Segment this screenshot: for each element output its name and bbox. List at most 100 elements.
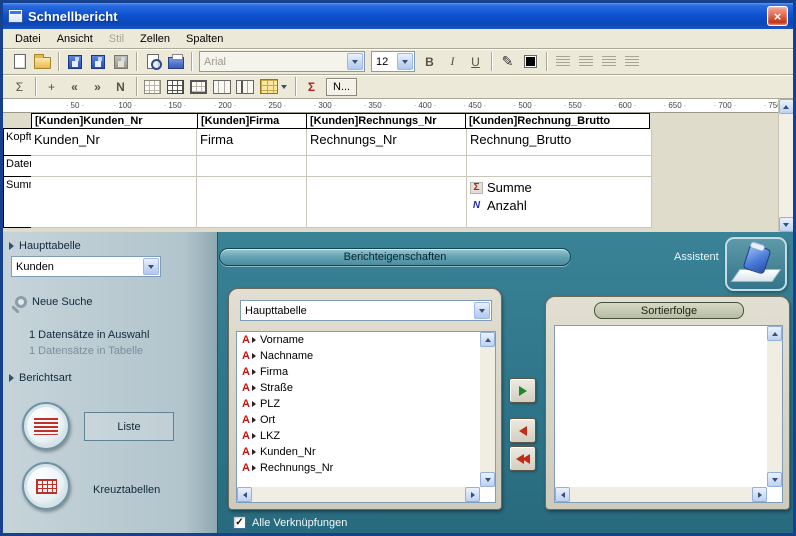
alle-verknuepfungen-checkbox[interactable]: ✓ Alle Verknüpfungen xyxy=(233,516,347,529)
kopfteil-cell[interactable]: Rechnung_Brutto xyxy=(467,129,652,156)
align-justify-button[interactable] xyxy=(620,51,643,73)
kreuztabellen-report-button[interactable] xyxy=(22,462,70,510)
border-style-picker[interactable] xyxy=(256,78,291,95)
print-preview-button[interactable] xyxy=(141,51,164,73)
move-column-right-button[interactable]: » xyxy=(86,76,109,98)
sum-mode-button[interactable]: Σ xyxy=(8,76,31,98)
kopfteil-cell[interactable]: Rechnungs_Nr xyxy=(307,129,467,156)
liste-option[interactable]: Liste xyxy=(84,412,174,441)
save-as-button[interactable] xyxy=(86,51,109,73)
daten-cell[interactable] xyxy=(197,156,307,177)
align-center-button[interactable] xyxy=(574,51,597,73)
remove-all-fields-button[interactable] xyxy=(509,446,536,471)
move-column-left-button[interactable]: « xyxy=(63,76,86,98)
kopfteil-cell[interactable]: Kunden_Nr xyxy=(31,129,197,156)
field-item[interactable]: A Vorname xyxy=(237,332,480,348)
column-header[interactable]: [Kunden]Rechnung_Brutto xyxy=(465,113,650,129)
sort-horizontal-scrollbar[interactable] xyxy=(555,487,767,502)
outline-border-button[interactable] xyxy=(187,76,210,98)
font-select[interactable]: Arial xyxy=(199,51,365,72)
assistent-button[interactable] xyxy=(725,237,787,291)
daten-cell[interactable] xyxy=(31,156,197,177)
chevron-down-icon[interactable] xyxy=(474,302,490,319)
summe-cell[interactable] xyxy=(307,177,467,228)
summe-cell[interactable] xyxy=(31,177,197,228)
close-button[interactable]: × xyxy=(767,6,788,26)
align-left-button[interactable] xyxy=(551,51,574,73)
menu-spalten[interactable]: Spalten xyxy=(178,31,231,47)
summe-cell[interactable] xyxy=(197,177,307,228)
column-frame-button[interactable] xyxy=(233,76,256,98)
scroll-down-button[interactable] xyxy=(779,217,794,232)
scroll-down-button[interactable] xyxy=(480,472,495,487)
fields-vertical-scrollbar[interactable] xyxy=(480,332,495,487)
column-header[interactable]: [Kunden]Kunden_Nr xyxy=(31,113,198,129)
new-report-button[interactable] xyxy=(8,51,31,73)
column-header[interactable]: [Kunden]Rechnungs_Nr xyxy=(306,113,466,129)
chevron-down-icon[interactable] xyxy=(347,53,363,70)
field-item[interactable]: A Kunden_Nr xyxy=(237,444,480,460)
row-label-summe[interactable]: Summe xyxy=(3,176,32,228)
daten-cell[interactable] xyxy=(307,156,467,177)
crosstab-grid-icon xyxy=(36,479,57,494)
save-button[interactable] xyxy=(63,51,86,73)
align-right-button[interactable] xyxy=(597,51,620,73)
fill-color-button[interactable] xyxy=(519,51,542,73)
scroll-down-button[interactable] xyxy=(767,472,782,487)
checkbox-box[interactable]: ✓ xyxy=(233,516,246,529)
menu-datei[interactable]: Datei xyxy=(7,31,49,47)
anzahl-entry[interactable]: N Anzahl xyxy=(470,198,651,213)
column-header[interactable]: [Kunden]Firma xyxy=(197,113,307,129)
sort-vertical-scrollbar[interactable] xyxy=(767,326,782,487)
number-format-button[interactable]: N... xyxy=(326,78,357,96)
scroll-left-button[interactable] xyxy=(555,487,570,502)
field-item[interactable]: A Firma xyxy=(237,364,480,380)
sort-listbox[interactable] xyxy=(554,325,783,503)
chevron-down-icon[interactable] xyxy=(397,53,413,70)
remove-field-button[interactable] xyxy=(509,418,536,443)
scroll-up-button[interactable] xyxy=(779,99,794,114)
insert-sum-button[interactable]: Σ xyxy=(300,76,323,98)
underline-button[interactable]: U xyxy=(464,51,487,73)
daten-cell[interactable] xyxy=(467,156,652,177)
column-divider-button[interactable] xyxy=(210,76,233,98)
liste-report-button[interactable] xyxy=(22,402,70,450)
menu-ansicht[interactable]: Ansicht xyxy=(49,31,101,47)
row-label-kopfteil[interactable]: Kopfteil xyxy=(3,128,32,156)
add-field-button[interactable] xyxy=(509,378,536,403)
open-report-button[interactable] xyxy=(31,51,54,73)
italic-button[interactable]: I xyxy=(441,51,464,73)
menu-zellen[interactable]: Zellen xyxy=(132,31,178,47)
font-size-select[interactable]: 12 xyxy=(371,51,415,72)
field-item[interactable]: A Straße xyxy=(237,380,480,396)
text-color-button[interactable]: ✎ xyxy=(496,51,519,73)
scroll-up-button[interactable] xyxy=(767,326,782,341)
summe-cell[interactable]: Σ Summe N Anzahl xyxy=(467,177,652,228)
print-button[interactable] xyxy=(164,51,187,73)
fields-horizontal-scrollbar[interactable] xyxy=(237,487,480,502)
summe-entry[interactable]: Σ Summe xyxy=(470,180,651,195)
neue-suche-button[interactable]: Neue Suche xyxy=(15,296,93,308)
kopfteil-cell[interactable]: Firma xyxy=(197,129,307,156)
scroll-right-button[interactable] xyxy=(752,487,767,502)
table-select[interactable]: Kunden xyxy=(11,256,161,277)
page-number-button[interactable]: N xyxy=(109,76,132,98)
field-item[interactable]: A PLZ xyxy=(237,396,480,412)
revert-button[interactable] xyxy=(109,51,132,73)
field-item[interactable]: A Nachname xyxy=(237,348,480,364)
fields-table-select[interactable]: Haupttabelle xyxy=(240,300,492,321)
cell-borders-button[interactable] xyxy=(164,76,187,98)
chevron-down-icon[interactable] xyxy=(143,258,159,275)
field-item[interactable]: A Ort xyxy=(237,412,480,428)
menu-stil[interactable]: Stil xyxy=(101,31,132,47)
scroll-up-button[interactable] xyxy=(480,332,495,347)
grid-vertical-scrollbar[interactable] xyxy=(778,99,793,232)
field-item[interactable]: A LKZ xyxy=(237,428,480,444)
row-label-daten[interactable]: Daten xyxy=(3,155,32,177)
insert-subtotal-button[interactable]: + xyxy=(40,76,63,98)
show-grid-button[interactable] xyxy=(141,76,164,98)
bold-button[interactable]: B xyxy=(418,51,441,73)
scroll-right-button[interactable] xyxy=(465,487,480,502)
field-item[interactable]: A Rechnungs_Nr xyxy=(237,460,480,476)
scroll-left-button[interactable] xyxy=(237,487,252,502)
